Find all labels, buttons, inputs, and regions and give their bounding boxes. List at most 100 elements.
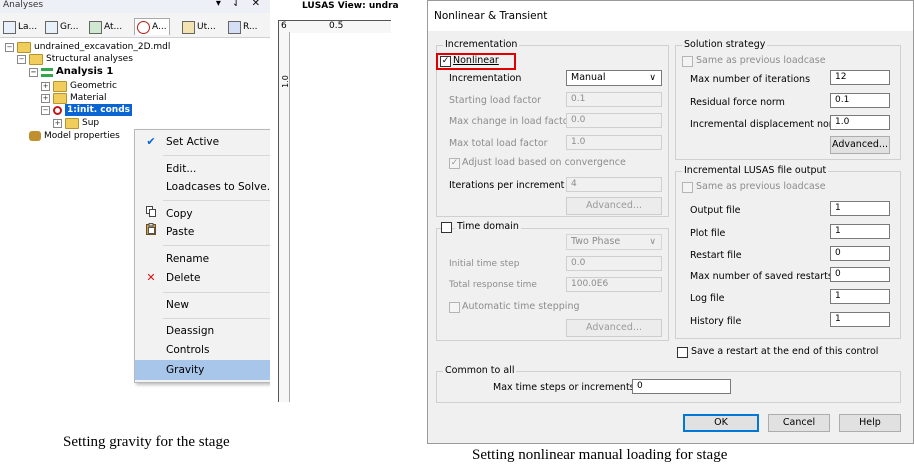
tab-attributes[interactable]: At... (89, 19, 122, 35)
chevron-down-icon: ∨ (649, 73, 656, 83)
save-restart-checkbox[interactable] (677, 347, 688, 358)
ruler-tick-label: 0.5 (329, 21, 344, 31)
max-total-label: Max total load factor (449, 138, 548, 149)
treeview-tab-bar: La... Gr... At... A... Ut... R... (0, 13, 270, 38)
common-group-label: Common to all (443, 365, 517, 376)
log-file-field[interactable]: 1 (830, 289, 890, 304)
tree-item-structural-analyses[interactable]: − Structural analyses (17, 53, 133, 65)
collapse-icon[interactable]: − (29, 67, 38, 77)
help-button[interactable]: Help (839, 414, 901, 432)
time-domain-advanced-button[interactable]: Advanced... (566, 319, 662, 337)
folder-icon (29, 53, 43, 65)
incrementation-group-label: Incrementation (443, 39, 520, 50)
collapse-icon[interactable]: − (5, 42, 14, 52)
restart-file-field[interactable]: 0 (830, 246, 890, 261)
time-domain-checkbox[interactable] (441, 222, 452, 233)
total-time-label: Total response time (449, 280, 537, 290)
max-restarts-label: Max number of saved restarts (690, 271, 833, 282)
adjust-load-label: Adjust load based on convergence (462, 157, 626, 168)
tree-item-model[interactable]: − undrained_excavation_2D.mdl (5, 41, 170, 53)
selected-loadcase-label: 1:init. conds (65, 104, 133, 116)
file-same-label: Same as previous loadcase (696, 181, 826, 192)
residual-field[interactable]: 0.1 (830, 93, 890, 108)
collapse-icon[interactable]: − (41, 105, 50, 115)
incrementation-label: Incrementation (449, 73, 522, 84)
phase-select[interactable]: Two Phase ∨ (566, 234, 662, 250)
tree-item-supports[interactable]: + Sup (53, 117, 99, 129)
collapse-icon[interactable]: − (17, 54, 26, 64)
displacement-field[interactable]: 1.0 (830, 115, 890, 130)
analyses-title: Analyses (3, 0, 44, 10)
tab-layers[interactable]: La... (3, 19, 37, 35)
max-steps-label: Max time steps or increments (493, 382, 635, 393)
expand-icon[interactable]: + (53, 118, 62, 128)
dialog-title: Nonlinear & Transient (434, 10, 548, 22)
file-output-label: Incremental LUSAS file output (682, 165, 829, 176)
folder-icon (53, 92, 67, 104)
solution-same-label: Same as previous loadcase (696, 55, 826, 66)
max-change-label: Max change in load factor (449, 116, 573, 127)
ok-button[interactable]: OK (683, 414, 759, 432)
iterations-label: Iterations per increment (449, 180, 565, 191)
right-caption: Setting nonlinear manual loading for sta… (472, 447, 728, 463)
max-restarts-field[interactable]: 0 (830, 267, 890, 282)
max-iterations-field[interactable]: 12 (830, 70, 890, 85)
output-file-field[interactable]: 1 (830, 201, 890, 216)
analyses-title-bar: Analyses ▾ ⇃ ✕ (0, 0, 270, 13)
history-file-field[interactable]: 1 (830, 312, 890, 327)
nonlinear-label: Nonlinear (453, 55, 499, 66)
tab-utilities[interactable]: Ut... (182, 19, 216, 35)
expand-icon[interactable]: + (41, 93, 50, 103)
folder-icon (53, 80, 67, 92)
initial-step-label: Initial time step (449, 259, 520, 269)
total-time-field[interactable]: 100.0E6 (566, 277, 662, 292)
initial-step-field[interactable]: 0.0 (566, 256, 662, 271)
analyses-icon (137, 20, 150, 34)
max-steps-field[interactable]: 0 (632, 379, 731, 394)
auto-step-checkbox[interactable] (449, 302, 460, 313)
tab-analyses[interactable]: A... (134, 18, 170, 35)
paste-icon (144, 222, 158, 242)
solution-strategy-label: Solution strategy (682, 39, 768, 50)
cancel-button[interactable]: Cancel (768, 414, 830, 432)
max-total-field[interactable]: 1.0 (566, 135, 662, 150)
nonlinear-checkbox[interactable]: ✓ (440, 56, 451, 67)
view-title: LUSAS View: undra (302, 1, 399, 11)
copy-icon (144, 204, 158, 224)
tab-groups[interactable]: Gr... (45, 19, 78, 35)
expand-icon[interactable]: + (41, 81, 50, 91)
displacement-label: Incremental displacement norm (690, 119, 842, 130)
iterations-field[interactable]: 4 (566, 177, 662, 192)
solution-same-checkbox[interactable] (682, 56, 693, 67)
plot-file-field[interactable]: 1 (830, 224, 890, 239)
ruler-tick-label: 1.0 (280, 75, 290, 88)
incrementation-select[interactable]: Manual ∨ (566, 70, 662, 86)
view-title-bar: LUSAS View: undra (270, 0, 399, 14)
starting-load-label: Starting load factor (449, 95, 542, 106)
auto-step-label: Automatic time stepping (462, 301, 580, 312)
incrementation-advanced-button[interactable]: Advanced... (566, 197, 662, 215)
solution-advanced-button[interactable]: Advanced... (830, 136, 890, 154)
starting-load-field[interactable]: 0.1 (566, 92, 662, 107)
tree-item-init-conds[interactable]: − 1:init. conds (41, 104, 133, 116)
groups-icon (45, 20, 58, 34)
adjust-load-checkbox[interactable]: ✓ (449, 158, 460, 169)
max-change-field[interactable]: 0.0 (566, 113, 662, 128)
reports-icon (228, 20, 241, 34)
chevron-down-icon: ∨ (649, 237, 656, 247)
folder-icon (17, 41, 31, 53)
tree-item-analysis-1[interactable]: − Analysis 1 (29, 66, 113, 78)
panel-controls[interactable]: ▾ ⇃ ✕ (216, 0, 264, 9)
model-properties-icon (29, 131, 41, 141)
utilities-icon (182, 20, 195, 34)
tree-item-model-properties[interactable]: Model properties (29, 130, 120, 142)
tree-item-material[interactable]: + Material (41, 92, 107, 104)
file-same-checkbox[interactable] (682, 182, 693, 193)
save-restart-label: Save a restart at the end of this contro… (691, 346, 879, 357)
tab-reports[interactable]: R... (228, 19, 258, 35)
time-domain-label: Time domain (455, 221, 521, 232)
ruler-tick-label: 6 (281, 21, 287, 31)
layers-icon (3, 20, 16, 34)
tree-item-geometric[interactable]: + Geometric (41, 80, 117, 92)
attributes-icon (89, 20, 102, 34)
